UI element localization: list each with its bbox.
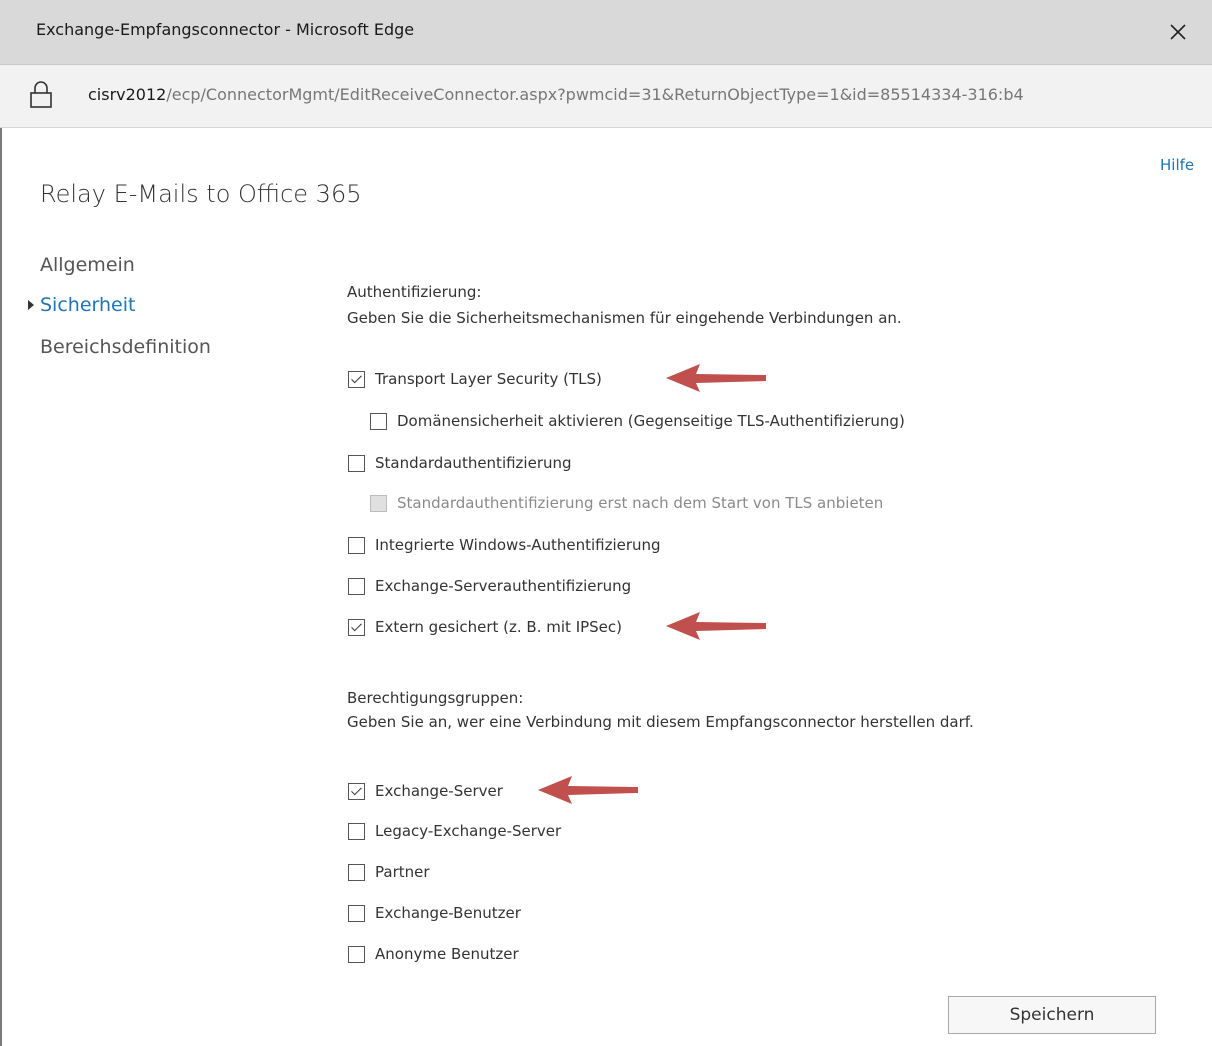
windows-auth-checkbox[interactable]	[348, 536, 365, 554]
tls-checkbox[interactable]	[348, 370, 365, 388]
tls-label: Transport Layer Security (TLS)	[375, 370, 602, 388]
authentication-heading: Authentifizierung:	[347, 283, 482, 301]
nav-selected-triangle-icon	[28, 300, 34, 310]
url-path: /ecp/ConnectorMgmt/EditReceiveConnector.…	[166, 85, 1024, 104]
window-title: Exchange-Empfangsconnector - Microsoft E…	[36, 20, 415, 39]
legacy-exchange-servers-label: Legacy-Exchange-Server	[375, 822, 562, 840]
option-partners[interactable]: Partner	[348, 863, 430, 881]
option-tls[interactable]: Transport Layer Security (TLS)	[348, 370, 602, 388]
option-externally-secured[interactable]: Extern gesichert (z. B. mit IPSec)	[348, 618, 622, 636]
exchange-users-label: Exchange-Benutzer	[375, 904, 521, 922]
exchange-server-auth-label: Exchange-Serverauthentifizierung	[375, 577, 632, 595]
windows-auth-label: Integrierte Windows-Authentifizierung	[375, 536, 661, 554]
option-basic-auth-after-tls: Standardauthentifizierung erst nach dem …	[370, 494, 883, 512]
domain-security-checkbox[interactable]	[370, 412, 387, 430]
page-title: Relay E-Mails to Office 365	[40, 180, 362, 208]
option-domain-security[interactable]: Domänensicherheit aktivieren (Gegenseiti…	[370, 412, 905, 430]
help-link[interactable]: Hilfe	[1160, 156, 1194, 174]
nav-item-allgemein[interactable]: Allgemein	[40, 254, 135, 276]
externally-secured-label: Extern gesichert (z. B. mit IPSec)	[375, 618, 623, 636]
annotation-arrow-icon	[666, 364, 766, 392]
exchange-servers-checkbox[interactable]	[348, 782, 365, 800]
permission-groups-heading: Berechtigungsgruppen:	[347, 689, 524, 707]
basic-auth-label: Standardauthentifizierung	[375, 454, 572, 472]
partners-label: Partner	[375, 863, 430, 881]
domain-security-label: Domänensicherheit aktivieren (Gegenseiti…	[397, 412, 905, 430]
option-exchange-servers[interactable]: Exchange-Server	[348, 782, 503, 800]
anonymous-users-checkbox[interactable]	[348, 945, 365, 963]
address-bar[interactable]: cisrv2012/ecp/ConnectorMgmt/EditReceiveC…	[0, 65, 1212, 128]
anonymous-users-label: Anonyme Benutzer	[375, 945, 519, 963]
basic-auth-after-tls-checkbox	[370, 494, 387, 512]
basic-auth-after-tls-label: Standardauthentifizierung erst nach dem …	[397, 494, 884, 512]
close-icon[interactable]	[1160, 14, 1196, 50]
authentication-description: Geben Sie die Sicherheitsmechanismen für…	[347, 309, 902, 327]
option-exchange-users[interactable]: Exchange-Benutzer	[348, 904, 521, 922]
partners-checkbox[interactable]	[348, 863, 365, 881]
save-button[interactable]: Speichern	[948, 996, 1156, 1034]
option-basic-auth[interactable]: Standardauthentifizierung	[348, 454, 572, 472]
option-exchange-server-auth[interactable]: Exchange-Serverauthentifizierung	[348, 577, 631, 595]
exchange-users-checkbox[interactable]	[348, 904, 365, 922]
exchange-servers-label: Exchange-Server	[375, 782, 503, 800]
option-anonymous-users[interactable]: Anonyme Benutzer	[348, 945, 519, 963]
url-host: cisrv2012	[88, 85, 167, 104]
nav-item-bereichsdefinition[interactable]: Bereichsdefinition	[40, 336, 211, 358]
permission-groups-description: Geben Sie an, wer eine Verbindung mit di…	[347, 713, 974, 731]
externally-secured-checkbox[interactable]	[348, 618, 365, 636]
window-titlebar: Exchange-Empfangsconnector - Microsoft E…	[0, 0, 1212, 65]
annotation-arrow-icon	[666, 612, 766, 640]
nav-item-sicherheit[interactable]: Sicherheit	[40, 294, 135, 316]
url-text[interactable]: cisrv2012/ecp/ConnectorMgmt/EditReceiveC…	[88, 85, 1200, 104]
basic-auth-checkbox[interactable]	[348, 454, 365, 472]
exchange-server-auth-checkbox[interactable]	[348, 577, 365, 595]
option-legacy-exchange-servers[interactable]: Legacy-Exchange-Server	[348, 822, 561, 840]
annotation-arrow-icon	[538, 776, 638, 804]
option-windows-auth[interactable]: Integrierte Windows-Authentifizierung	[348, 536, 661, 554]
legacy-exchange-servers-checkbox[interactable]	[348, 822, 365, 840]
lock-icon	[30, 81, 52, 108]
window-left-border	[0, 128, 2, 1046]
